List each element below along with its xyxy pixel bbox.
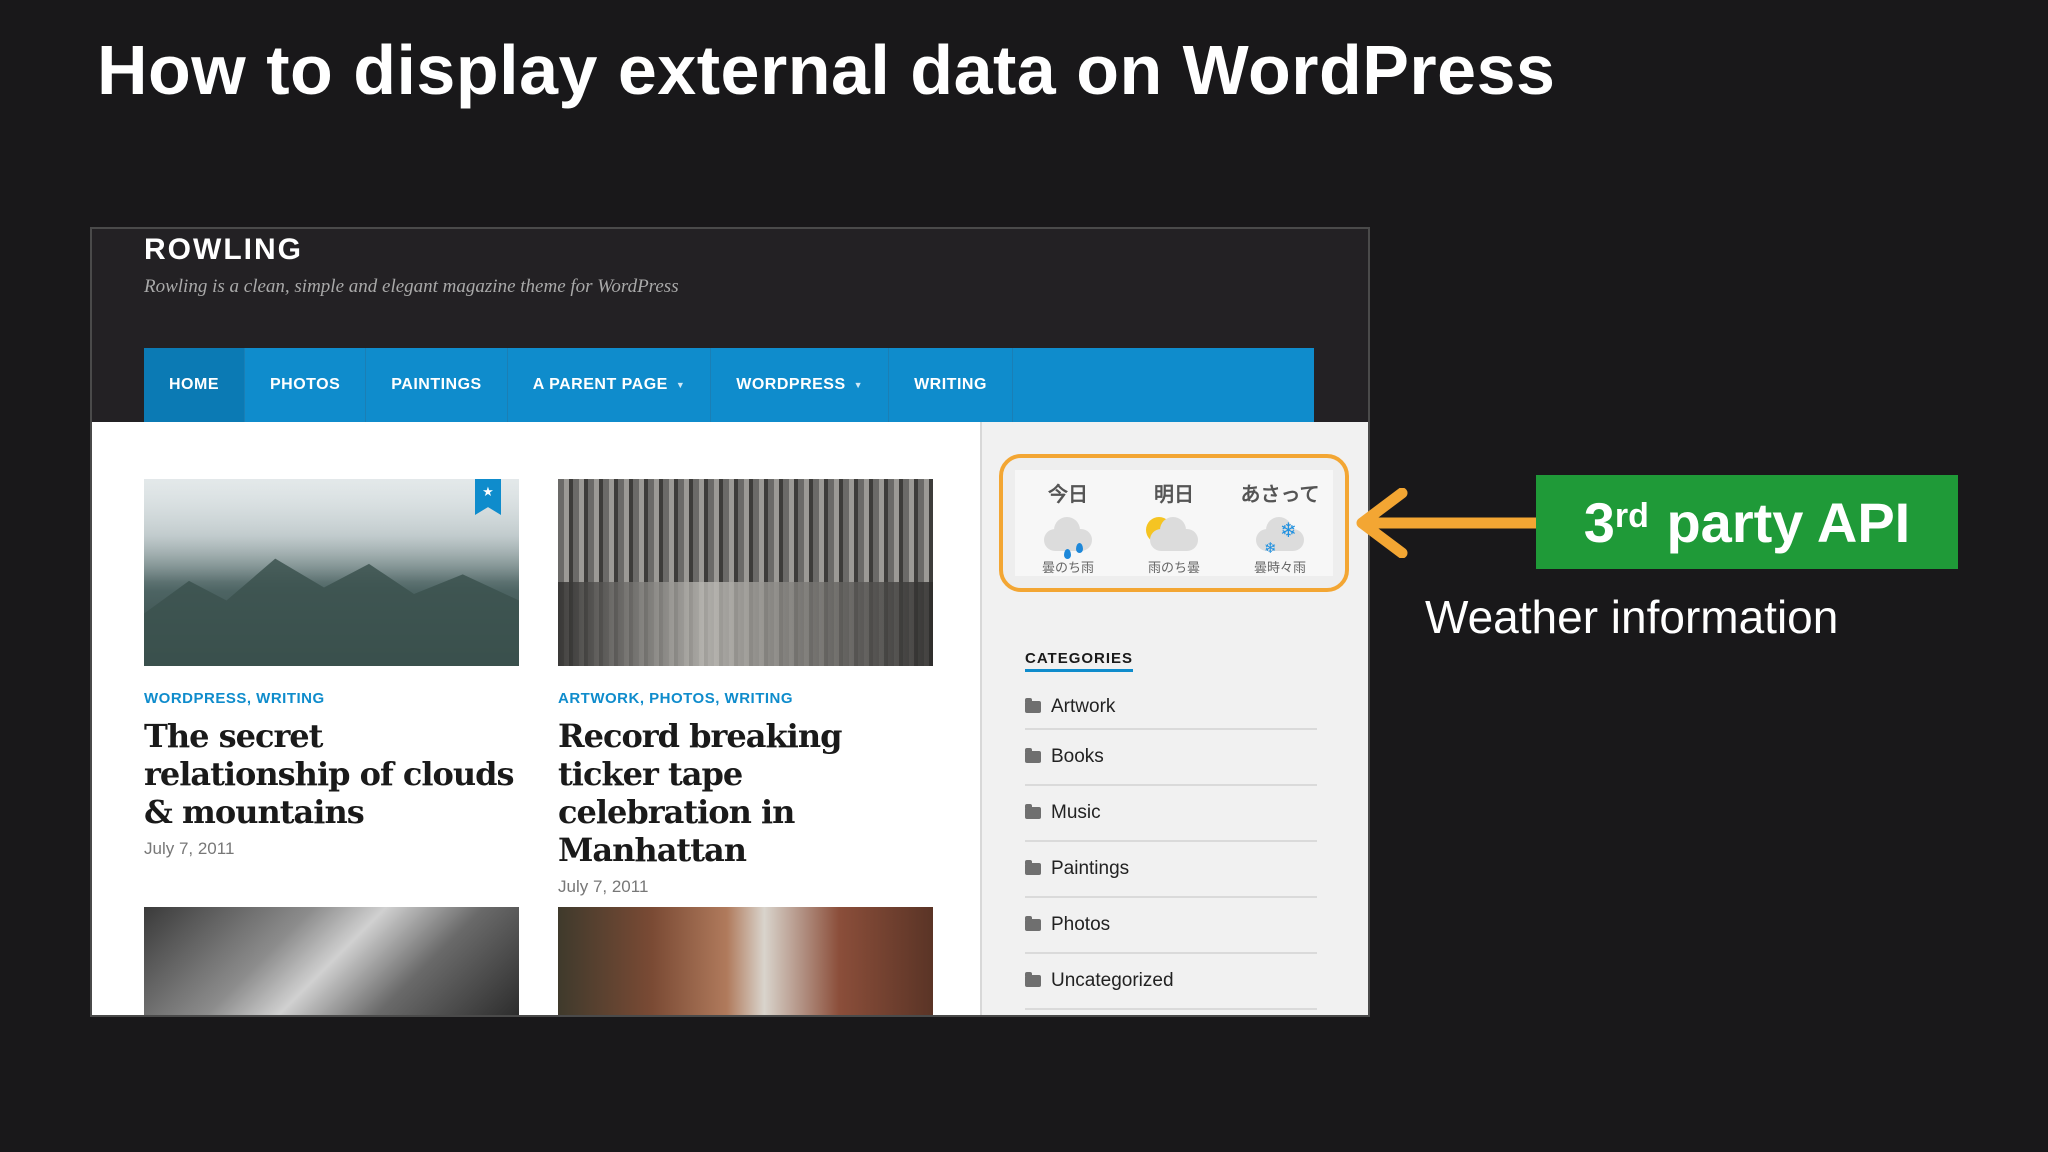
weather-description: 曇時々雨 <box>1253 561 1306 576</box>
post-date: July 7, 2011 <box>144 839 235 858</box>
chevron-down-icon: ▼ <box>853 380 864 390</box>
category-label: Uncategorized <box>1051 970 1174 991</box>
weather-day-today: 今日 曇のち雨 <box>1015 470 1121 576</box>
post-title[interactable]: Record breaking ticker tape celebration … <box>558 717 933 869</box>
site-header: ROWLING Rowling is a clean, simple and e… <box>92 229 1368 422</box>
slide-title: How to display external data on WordPres… <box>97 31 1556 109</box>
post-date: July 7, 2011 <box>558 877 649 896</box>
category-label: Artwork <box>1051 696 1116 717</box>
nav-item-wordpress[interactable]: WORDPRESS ▼ <box>711 348 890 422</box>
cloud-rain-icon <box>1032 515 1104 559</box>
post-card <box>144 907 519 1015</box>
weather-day-label: 明日 <box>1154 482 1194 506</box>
chevron-down-icon: ▼ <box>675 380 686 390</box>
category-label: Music <box>1051 802 1101 823</box>
category-label: Books <box>1051 746 1104 767</box>
post-card: ARTWORK, PHOTOS, WRITING Record breaking… <box>558 479 933 897</box>
category-label: Paintings <box>1051 858 1130 879</box>
nav-item-home[interactable]: HOME <box>144 348 245 422</box>
nav-item-label: WRITING <box>914 376 987 393</box>
category-item[interactable]: Paintings <box>1025 842 1317 898</box>
api-ordinal-suffix: rd <box>1614 496 1649 535</box>
categories-widget: CATEGORIES Artwork Books Music Paintings… <box>1025 650 1317 1010</box>
category-item[interactable]: Books <box>1025 730 1317 786</box>
api-ordinal: 3 <box>1583 490 1615 554</box>
category-item[interactable]: Uncategorized <box>1025 954 1317 1010</box>
weather-day-tomorrow: 明日 雨のち曇 <box>1121 470 1227 576</box>
post-card <box>558 907 933 1015</box>
site-title[interactable]: ROWLING <box>144 233 303 267</box>
post-thumbnail[interactable] <box>558 907 933 1015</box>
weather-widget-highlight: 今日 曇のち雨 明日 雨のち曇 あさって ❄ ❄ 曇時々雨 <box>999 454 1349 592</box>
category-item[interactable]: Artwork <box>1025 686 1317 730</box>
weather-day-label: 今日 <box>1048 482 1088 506</box>
post-card: ★ WORDPRESS, WRITING The secret relation… <box>144 479 519 859</box>
folder-icon <box>1025 698 1041 713</box>
nav-item-writing[interactable]: WRITING <box>889 348 1013 422</box>
post-title[interactable]: The secret relationship of clouds & moun… <box>144 717 519 831</box>
folder-icon <box>1025 860 1041 875</box>
category-label: Photos <box>1051 914 1111 935</box>
post-categories[interactable]: ARTWORK, PHOTOS, WRITING <box>558 690 933 707</box>
nav-item-a-parent-page[interactable]: A PARENT PAGE ▼ <box>508 348 712 422</box>
folder-icon <box>1025 916 1041 931</box>
folder-icon <box>1025 972 1041 987</box>
post-thumbnail[interactable]: ★ <box>144 479 519 666</box>
post-grid: ★ WORDPRESS, WRITING The secret relation… <box>92 422 980 1015</box>
nav-item-paintings[interactable]: PAINTINGS <box>366 348 508 422</box>
weather-caption: Weather information <box>1425 591 1839 643</box>
nav-item-label: PAINTINGS <box>391 376 482 393</box>
weather-day-after-tomorrow: あさって ❄ ❄ 曇時々雨 <box>1227 470 1333 576</box>
third-party-api-label: 3rd party API <box>1536 475 1958 569</box>
api-text: party API <box>1650 490 1911 554</box>
nav-item-label: PHOTOS <box>270 376 341 393</box>
categories-heading: CATEGORIES <box>1025 650 1134 672</box>
site-tagline: Rowling is a clean, simple and elegant m… <box>144 276 679 297</box>
weather-description: 雨のち曇 <box>1147 561 1200 576</box>
snow-icon: ❄ ❄ <box>1244 515 1316 557</box>
folder-icon <box>1025 804 1041 819</box>
arrow-left-icon <box>1356 488 1536 558</box>
category-item[interactable]: Music <box>1025 786 1317 842</box>
post-categories[interactable]: WORDPRESS, WRITING <box>144 690 519 707</box>
folder-icon <box>1025 748 1041 763</box>
category-list: Artwork Books Music Paintings Photos Unc… <box>1025 686 1317 1010</box>
main-navigation: HOME PHOTOS PAINTINGS A PARENT PAGE ▼ WOR… <box>144 348 1314 422</box>
weather-day-label: あさって <box>1240 482 1320 506</box>
post-thumbnail[interactable] <box>144 907 519 1015</box>
website-screenshot: ROWLING Rowling is a clean, simple and e… <box>90 227 1370 1017</box>
sidebar: 今日 曇のち雨 明日 雨のち曇 あさって ❄ ❄ 曇時々雨 CATEGORIES… <box>980 422 1368 1015</box>
nav-item-photos[interactable]: PHOTOS <box>245 348 367 422</box>
nav-item-label: A PARENT PAGE <box>532 376 668 393</box>
sun-cloud-icon <box>1138 515 1210 555</box>
category-item[interactable]: Photos <box>1025 898 1317 954</box>
nav-item-label: WORDPRESS <box>736 376 846 393</box>
nav-item-label: HOME <box>169 376 219 393</box>
weather-widget: 今日 曇のち雨 明日 雨のち曇 あさって ❄ ❄ 曇時々雨 <box>1015 470 1333 576</box>
weather-description: 曇のち雨 <box>1041 561 1094 576</box>
post-thumbnail[interactable] <box>558 479 933 666</box>
